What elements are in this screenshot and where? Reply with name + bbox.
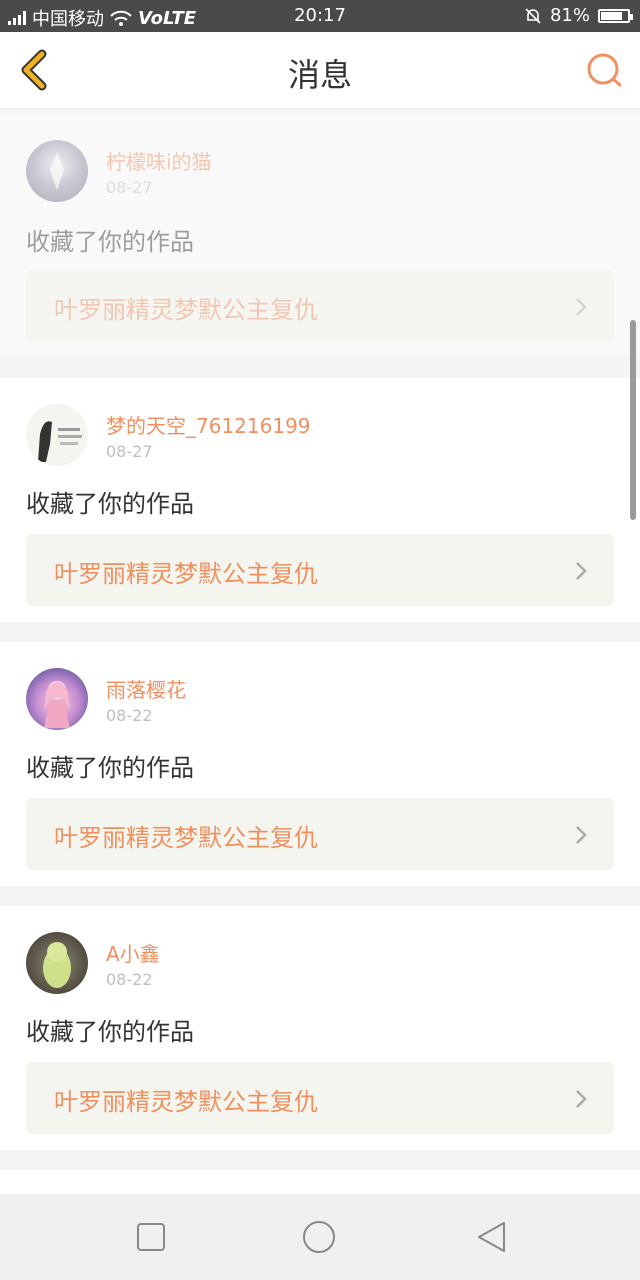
chevron-right-icon [576,1090,587,1108]
work-link[interactable]: 叶罗丽精灵梦默公主复仇 [26,270,614,342]
message-card[interactable]: 柠檬味i的猫 08-27 收藏了你的作品 叶罗丽精灵梦默公主复仇 [0,114,640,356]
avatar-illustration-icon [43,942,71,988]
work-title: 叶罗丽精灵梦默公主复仇 [54,824,318,852]
scrollbar[interactable] [630,320,636,520]
message-date: 08-22 [106,706,153,725]
avatar-illustration-icon [38,421,82,462]
message-card[interactable]: 雨落樱花 08-22 收藏了你的作品 叶罗丽精灵梦默公主复仇 [0,642,640,886]
message-action: 收藏了你的作品 [26,1018,194,1046]
bell-muted-icon [525,7,541,24]
message-card[interactable]: 梦的天空_761216199 08-27 收藏了你的作品 叶罗丽精灵梦默公主复仇 [0,378,640,622]
username[interactable]: 柠檬味i的猫 [106,146,212,175]
work-link[interactable]: 叶罗丽精灵梦默公主复仇 [26,798,614,870]
username[interactable]: A小鑫 [106,938,160,967]
avatar-illustration-icon [44,681,70,728]
battery-icon [598,8,633,23]
page-title: 消息 [287,56,352,94]
app-header: 消息 [0,32,640,109]
avatar[interactable] [26,668,88,730]
system-nav-bar [0,1194,640,1280]
work-title: 叶罗丽精灵梦默公主复仇 [54,296,318,324]
username[interactable]: 雨落樱花 [106,674,186,703]
work-title: 叶罗丽精灵梦默公主复仇 [54,1088,318,1116]
chevron-right-icon [576,298,587,316]
message-action: 收藏了你的作品 [26,228,194,256]
message-card[interactable]: A小鑫 08-22 收藏了你的作品 叶罗丽精灵梦默公主复仇 [0,906,640,1150]
battery-percent: 81% [549,5,590,26]
back-icon[interactable] [474,1220,508,1254]
work-link[interactable]: 叶罗丽精灵梦默公主复仇 [26,534,614,606]
home-icon[interactable] [302,1220,336,1254]
work-link[interactable]: 叶罗丽精灵梦默公主复仇 [26,1062,614,1134]
work-title: 叶罗丽精灵梦默公主复仇 [54,560,318,588]
username[interactable]: 梦的天空_761216199 [106,410,311,439]
status-bar: 中国移动 VoLTE 20:17 81% [0,0,640,32]
avatar[interactable] [26,140,88,202]
avatar-illustration-icon [50,152,64,190]
avatar[interactable] [26,932,88,994]
message-date: 08-27 [106,178,153,197]
avatar[interactable] [26,404,88,466]
chevron-right-icon [576,826,587,844]
chevron-right-icon [576,562,587,580]
message-action: 收藏了你的作品 [26,754,194,782]
message-date: 08-22 [106,970,153,989]
search-icon[interactable] [584,50,624,90]
message-date: 08-27 [106,442,153,461]
message-action: 收藏了你的作品 [26,490,194,518]
recent-apps-icon[interactable] [134,1220,168,1254]
